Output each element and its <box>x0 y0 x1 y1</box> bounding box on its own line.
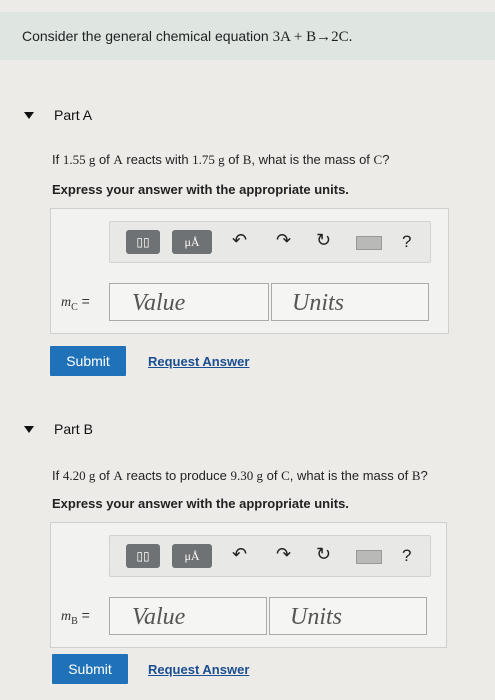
part-b-answer-box: ▯▯ μÅ ↶ ↷ ↻ ? mB = Value Units <box>50 522 447 648</box>
part-a-toolbar: ▯▯ μÅ ↶ ↷ ↻ ? <box>109 221 431 263</box>
redo-icon[interactable]: ↷ <box>276 230 291 251</box>
part-a-value-input[interactable]: Value <box>109 283 269 321</box>
units-symbols-button[interactable]: μÅ <box>172 544 212 568</box>
part-a-instruction: Express your answer with the appropriate… <box>52 182 349 197</box>
part-b-question-text: , what is the mass of <box>289 468 412 483</box>
part-b-question-text: of <box>95 468 114 483</box>
problem-statement-text: Consider the general chemical equation <box>22 28 273 44</box>
part-b-collapse-icon[interactable] <box>24 426 34 433</box>
part-b-species-3: B <box>411 468 421 483</box>
part-b-value-input[interactable]: Value <box>109 597 267 635</box>
part-b-title[interactable]: Part B <box>54 421 93 437</box>
variable-subscript: C <box>71 301 78 313</box>
part-b-instruction: Express your answer with the appropriate… <box>52 496 349 511</box>
redo-icon[interactable]: ↷ <box>276 544 291 565</box>
part-b-question-text: If <box>52 468 63 483</box>
part-b-mass-1: 4.20 g <box>62 468 96 483</box>
help-icon[interactable]: ? <box>402 546 411 566</box>
part-b-request-answer-link[interactable]: Request Answer <box>148 662 249 677</box>
part-b-question-text: ? <box>420 468 428 483</box>
part-b-units-input[interactable]: Units <box>269 597 427 635</box>
part-a-variable-label: mC = <box>61 293 90 313</box>
part-a-question-text: , what is the mass of <box>251 152 374 167</box>
part-b-mass-2: 9.30 g <box>230 468 263 483</box>
template-button[interactable]: ▯▯ <box>126 230 160 254</box>
part-a-request-answer-link[interactable]: Request Answer <box>148 354 249 369</box>
help-icon[interactable]: ? <box>402 232 411 252</box>
part-a-answer-box: ▯▯ μÅ ↶ ↷ ↻ ? mC = Value Units <box>50 208 449 334</box>
part-a-mass-2: 1.75 g <box>192 152 225 167</box>
keyboard-icon[interactable] <box>356 236 382 250</box>
keyboard-icon[interactable] <box>356 550 382 564</box>
part-a-question-text: of <box>224 152 243 167</box>
chemical-equation: 3A + B→2C. <box>272 29 353 45</box>
problem-statement: Consider the general chemical equation 3… <box>22 28 352 46</box>
part-b-species-2: C <box>281 468 290 483</box>
part-a-question-text: reacts with <box>122 152 193 167</box>
reset-icon[interactable]: ↻ <box>316 230 331 251</box>
part-a-submit-button[interactable]: Submit <box>50 346 126 376</box>
part-b-question: If 4.20 g of A reacts to produce 9.30 g … <box>52 468 428 484</box>
template-button[interactable]: ▯▯ <box>126 544 160 568</box>
part-a-species-1: A <box>113 152 123 167</box>
part-b-variable-label: mB = <box>61 607 90 627</box>
variable-symbol: m <box>61 609 72 624</box>
part-a-units-input[interactable]: Units <box>271 283 429 321</box>
part-a-question-text: ? <box>382 152 390 167</box>
part-b-toolbar: ▯▯ μÅ ↶ ↷ ↻ ? <box>109 535 431 577</box>
part-a-question-text: If <box>52 152 63 167</box>
variable-symbol: m <box>61 295 72 310</box>
part-a-question-text: of <box>95 152 114 167</box>
part-b-question-text: reacts to produce <box>122 468 231 483</box>
part-b-species-1: A <box>113 468 123 483</box>
reset-icon[interactable]: ↻ <box>316 544 331 565</box>
part-a-question: If 1.55 g of A reacts with 1.75 g of B, … <box>52 152 389 168</box>
part-a-mass-1: 1.55 g <box>62 152 96 167</box>
part-a-species-3: C <box>373 152 383 167</box>
variable-subscript: B <box>71 615 78 627</box>
part-a-collapse-icon[interactable] <box>24 112 34 119</box>
units-symbols-button[interactable]: μÅ <box>172 230 212 254</box>
undo-icon[interactable]: ↶ <box>232 230 247 251</box>
problem-header: Consider the general chemical equation 3… <box>0 12 495 60</box>
part-a-title[interactable]: Part A <box>54 107 92 123</box>
part-b-submit-button[interactable]: Submit <box>52 654 128 684</box>
undo-icon[interactable]: ↶ <box>232 544 247 565</box>
part-b-question-text: of <box>262 468 282 483</box>
